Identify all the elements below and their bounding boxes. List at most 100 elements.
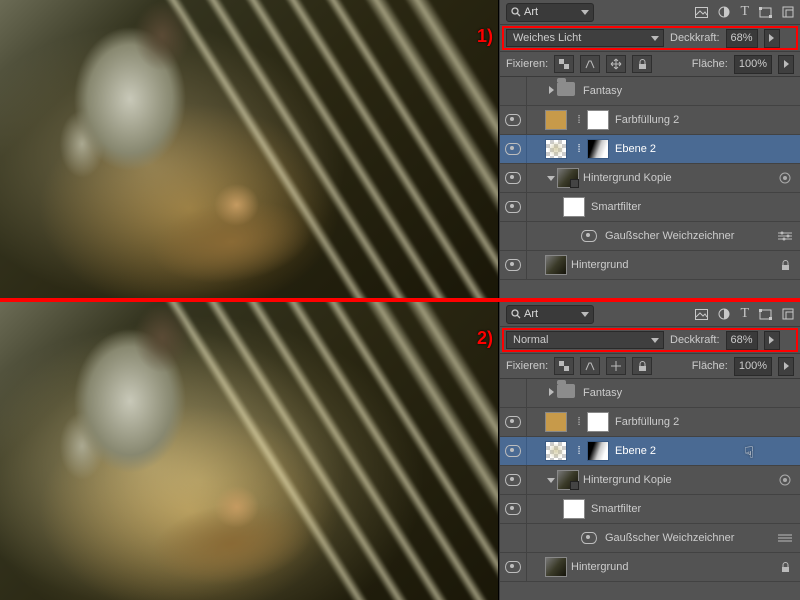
visibility-toggle[interactable] [500,553,527,581]
layer-name: Gaußscher Weichzeichner [605,230,774,242]
blend-opacity-row: Weiches Licht Deckkraft: 68% [500,25,800,52]
layer-hintergrund[interactable]: Hintergrund [500,251,800,280]
disclosure-toggle[interactable] [545,172,557,184]
layer-hintergrund[interactable]: Hintergrund [500,553,800,582]
link-icon[interactable]: ⁞ [573,416,585,428]
filter-mask-thumbnail[interactable] [563,499,585,519]
adjustments-icon[interactable] [718,6,730,18]
visibility-toggle[interactable] [500,164,527,192]
visibility-toggle[interactable] [500,408,527,436]
layer-smartfilter[interactable]: Smartfilter [500,495,800,524]
opacity-stepper[interactable] [764,29,780,48]
smartobject-icon[interactable] [782,6,794,18]
image-icon[interactable] [695,309,708,320]
layer-group-fantasy[interactable]: Fantasy [500,379,800,408]
layer-thumbnail[interactable] [545,557,567,577]
layer-name: Fantasy [583,387,800,399]
lock-transparency-button[interactable] [554,357,574,375]
type-icon[interactable]: T [740,307,749,321]
layer-gauss-blur[interactable]: Gaußscher Weichzeichner [500,222,800,251]
layer-name: Hintergrund [571,561,774,573]
visibility-toggle[interactable] [500,77,527,105]
filter-toggle-icon[interactable] [774,533,796,543]
layers-list: Fantasy ⁞ Farbfüllung 2 ⁞ Ebene 2 [500,77,800,280]
fill-input[interactable]: 100% [734,55,772,74]
link-icon[interactable]: ⁞ [573,445,585,457]
disclosure-toggle[interactable] [545,85,557,97]
layer-ebene-2[interactable]: ⁞ Ebene 2 ☟ [500,437,800,466]
lock-position-button[interactable] [606,357,626,375]
lock-transparency-button[interactable] [554,55,574,73]
opacity-input[interactable]: 68% [726,331,758,350]
panel-toolbar: Art T [500,0,800,25]
visibility-toggle[interactable] [500,251,527,279]
filter-mask-thumbnail[interactable] [563,197,585,217]
visibility-toggle[interactable] [500,135,527,163]
smartobject-icon[interactable] [782,308,794,320]
adjustments-icon[interactable] [718,308,730,320]
lock-transparency-icon [559,59,569,69]
link-icon[interactable]: ⁞ [573,143,585,155]
blend-mode-dropdown[interactable]: Weiches Licht [506,29,664,47]
disclosure-toggle[interactable] [545,387,557,399]
lock-pixels-button[interactable] [580,55,600,73]
chevron-down-icon [651,338,659,343]
layer-thumbnail[interactable] [545,139,567,159]
layer-filter-dropdown[interactable]: Art [506,3,594,22]
lock-position-button[interactable] [606,55,626,73]
layers-panel: Art T Normal Deckkraft: 68% [499,302,800,600]
layer-ebene-2[interactable]: ⁞ Ebene 2 [500,135,800,164]
layer-hintergrund-kopie[interactable]: Hintergrund Kopie [500,466,800,495]
layer-farbfuellung-2[interactable]: ⁞ Farbfüllung 2 [500,408,800,437]
layer-filter-dropdown[interactable]: Art [506,305,594,324]
disclosure-toggle[interactable] [545,474,557,486]
chevron-down-icon [547,176,555,181]
layer-mask-thumbnail[interactable] [587,139,609,159]
visibility-toggle[interactable] [500,466,527,494]
document-canvas[interactable] [0,0,498,298]
fill-input[interactable]: 100% [734,357,772,376]
layer-gauss-blur[interactable]: Gaußscher Weichzeichner [500,524,800,553]
visibility-toggle[interactable] [500,524,527,552]
shape-icon[interactable] [759,309,772,320]
layer-thumbnail[interactable] [557,168,579,188]
layer-hintergrund-kopie[interactable]: Hintergrund Kopie [500,164,800,193]
blend-mode-dropdown[interactable]: Normal [506,331,664,349]
visibility-toggle[interactable] [500,437,527,465]
visibility-toggle[interactable] [500,222,527,250]
type-icon[interactable]: T [740,5,749,19]
layer-thumbnail[interactable] [545,110,567,130]
visibility-toggle[interactable] [500,379,527,407]
layer-thumbnail[interactable] [545,255,567,275]
shape-icon[interactable] [759,7,772,18]
visibility-icon [581,230,597,242]
lock-all-icon [774,260,796,271]
visibility-toggle[interactable] [500,106,527,134]
document-canvas[interactable] [0,302,498,600]
opacity-stepper[interactable] [764,331,780,350]
opacity-value: 68% [731,32,753,44]
lock-all-button[interactable] [632,55,652,73]
layer-group-fantasy[interactable]: Fantasy [500,77,800,106]
visibility-toggle[interactable] [500,495,527,523]
fill-stepper[interactable] [778,357,794,376]
layer-thumbnail[interactable] [545,412,567,432]
opacity-input[interactable]: 68% [726,29,758,48]
smartobject-badge-icon [774,172,796,184]
layer-name: Ebene 2 [615,445,800,457]
layer-mask-thumbnail[interactable] [587,412,609,432]
layer-mask-thumbnail[interactable] [587,110,609,130]
layer-farbfuellung-2[interactable]: ⁞ Farbfüllung 2 [500,106,800,135]
lock-all-button[interactable] [632,357,652,375]
visibility-toggle[interactable] [500,193,527,221]
layer-thumbnail[interactable] [557,470,579,490]
layer-smartfilter[interactable]: Smartfilter [500,193,800,222]
link-icon[interactable]: ⁞ [573,114,585,126]
filter-toggle-icon[interactable] [774,231,796,241]
layer-thumbnail[interactable] [545,441,567,461]
lock-pixels-button[interactable] [580,357,600,375]
fill-stepper[interactable] [778,55,794,74]
image-icon[interactable] [695,7,708,18]
opacity-label: Deckkraft: [670,32,720,44]
layer-mask-thumbnail[interactable] [587,441,609,461]
